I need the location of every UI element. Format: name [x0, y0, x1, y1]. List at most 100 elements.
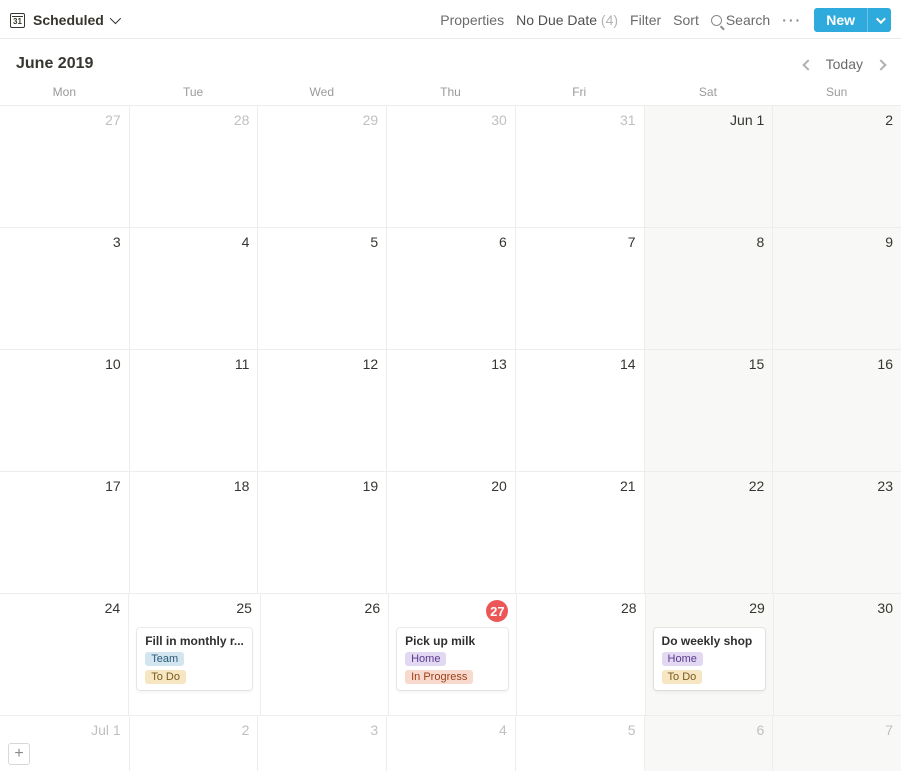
calendar-day[interactable]: 15	[644, 350, 773, 471]
calendar-day[interactable]: Jun 1	[644, 106, 773, 227]
calendar-day[interactable]: 25 Fill in monthly r...TeamTo Do	[128, 594, 260, 715]
calendar-day[interactable]: 6	[644, 716, 773, 771]
weekday-label: Sat	[644, 85, 773, 99]
search-button[interactable]: Search	[711, 12, 770, 28]
calendar-day[interactable]: 23	[772, 472, 901, 593]
view-switcher[interactable]: 31 Scheduled	[10, 12, 118, 28]
no-due-date-button[interactable]: No Due Date (4)	[516, 12, 618, 28]
calendar-day[interactable]: 29	[257, 106, 386, 227]
calendar-day[interactable]: 29 Do weekly shopHomeTo Do	[645, 594, 773, 715]
filter-button[interactable]: Filter	[630, 12, 661, 28]
calendar-day[interactable]: 27Pick up milkHomeIn Progress	[388, 594, 516, 715]
calendar-day[interactable]: 4	[129, 228, 258, 349]
calendar-event[interactable]: Fill in monthly r...TeamTo Do	[137, 628, 252, 690]
calendar-day[interactable]: 18	[129, 472, 258, 593]
calendar-day[interactable]: 27	[0, 106, 129, 227]
new-button-label: New	[814, 8, 867, 32]
calendar-day[interactable]: 10	[0, 350, 129, 471]
event-tag: Home	[405, 652, 446, 666]
calendar-day[interactable]: 30	[773, 594, 901, 715]
calendar-day[interactable]: 11	[129, 350, 258, 471]
calendar-day[interactable]: 5	[515, 716, 644, 771]
day-number: 13	[491, 356, 507, 378]
calendar-day[interactable]: 26	[260, 594, 388, 715]
view-title: Scheduled	[33, 12, 104, 28]
calendar-day[interactable]: 17	[0, 472, 129, 593]
day-number: 7	[885, 722, 893, 744]
day-number: 18	[234, 478, 250, 500]
day-number: 4	[499, 722, 507, 744]
calendar-day[interactable]: 4	[386, 716, 515, 771]
calendar-day[interactable]: 28	[129, 106, 258, 227]
day-number: 12	[363, 356, 379, 378]
calendar-day[interactable]: 14	[515, 350, 644, 471]
month-header: June 2019 Today	[0, 39, 901, 81]
event-tag: Home	[662, 652, 703, 666]
day-number: 29	[749, 600, 765, 622]
calendar-day[interactable]: 21	[515, 472, 644, 593]
today-button[interactable]: Today	[826, 56, 863, 72]
calendar-day[interactable]: 12	[257, 350, 386, 471]
day-number: 20	[491, 478, 507, 500]
calendar-day[interactable]: 8	[644, 228, 773, 349]
day-number: 14	[620, 356, 636, 378]
month-title: June 2019	[16, 55, 93, 73]
event-tag: In Progress	[405, 670, 473, 684]
weekday-label: Thu	[386, 85, 515, 99]
day-number: 9	[885, 234, 893, 256]
calendar-day[interactable]: 3	[0, 228, 129, 349]
calendar-event[interactable]: Pick up milkHomeIn Progress	[397, 628, 508, 690]
week-row: Jul 1234567	[0, 715, 901, 771]
more-button[interactable]: ···	[782, 12, 802, 28]
sort-button[interactable]: Sort	[673, 12, 699, 28]
weekday-label: Tue	[129, 85, 258, 99]
day-number: 29	[363, 112, 379, 134]
day-number: Jun 1	[730, 112, 764, 134]
calendar-day[interactable]: 2	[772, 106, 901, 227]
calendar-day[interactable]: 24	[0, 594, 128, 715]
calendar-day[interactable]: 31	[515, 106, 644, 227]
calendar-day[interactable]: 7	[515, 228, 644, 349]
no-due-count: (4)	[601, 12, 618, 28]
day-number: 23	[877, 478, 893, 500]
calendar-event[interactable]: Do weekly shopHomeTo Do	[654, 628, 765, 690]
event-tag: Team	[145, 652, 184, 666]
week-row: 17 18 19 20 2122 23	[0, 471, 901, 593]
prev-month-button[interactable]	[804, 56, 812, 72]
calendar-day[interactable]: 13	[386, 350, 515, 471]
day-number: 27	[105, 112, 121, 134]
calendar-day[interactable]: 3	[257, 716, 386, 771]
day-number: 5	[370, 234, 378, 256]
calendar-day[interactable]: 30	[386, 106, 515, 227]
calendar-day[interactable]: 16	[772, 350, 901, 471]
calendar-day[interactable]: 28	[516, 594, 644, 715]
weekday-label: Wed	[257, 85, 386, 99]
no-due-label: No Due Date	[516, 12, 597, 28]
new-button-dropdown[interactable]	[867, 8, 891, 32]
day-number: 25	[236, 600, 252, 622]
day-number: 15	[749, 356, 765, 378]
calendar-day[interactable]: 6	[386, 228, 515, 349]
calendar-day[interactable]: 2	[129, 716, 258, 771]
day-number: 4	[242, 234, 250, 256]
week-row: 2425Fill in monthly r...TeamTo Do2627Pic…	[0, 593, 901, 715]
calendar-day[interactable]: 5	[257, 228, 386, 349]
new-button[interactable]: New	[814, 8, 891, 32]
week-row: 10 11 12 13 14 15 16	[0, 349, 901, 471]
day-number: 26	[365, 600, 381, 622]
day-number: 10	[105, 356, 121, 378]
day-number: 2	[885, 112, 893, 134]
calendar: MonTueWedThuFriSatSun 2728293031Jun 1234…	[0, 81, 901, 771]
properties-button[interactable]: Properties	[440, 12, 504, 28]
day-number: 31	[620, 112, 636, 134]
weekday-row: MonTueWedThuFriSatSun	[0, 81, 901, 105]
day-number: 24	[105, 600, 121, 622]
calendar-day[interactable]: 22	[644, 472, 773, 593]
next-month-button[interactable]	[877, 56, 885, 72]
calendar-day[interactable]: 7	[772, 716, 901, 771]
chevron-down-icon	[110, 13, 121, 24]
calendar-day[interactable]: 19	[257, 472, 386, 593]
calendar-day[interactable]: 9	[772, 228, 901, 349]
add-event-button[interactable]: +	[8, 743, 30, 765]
calendar-day[interactable]: 20	[386, 472, 515, 593]
